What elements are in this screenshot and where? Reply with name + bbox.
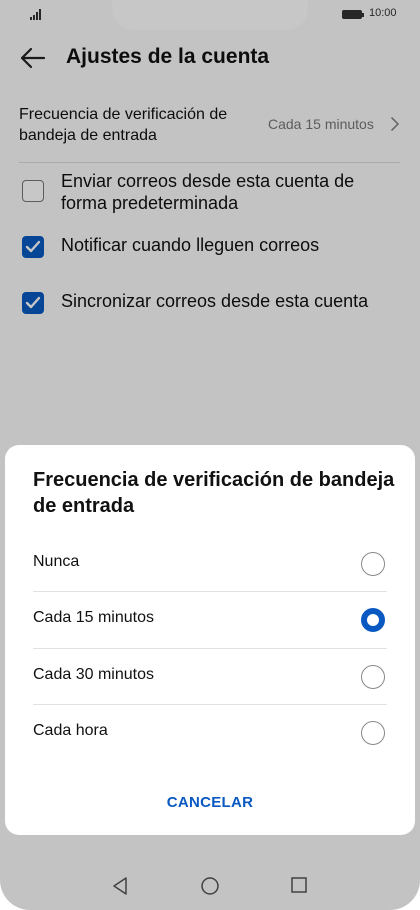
- option-label: Nunca: [33, 553, 80, 570]
- phone-screen: 10:00 Ajustes de la cuenta Frecuencia de…: [0, 0, 420, 910]
- option-label: Cada 15 minutos: [33, 609, 154, 626]
- dialog-title: Frecuencia de verificación de bandeja de…: [33, 469, 395, 517]
- option-cada-30-minutos[interactable]: Cada 30 minutos: [5, 649, 415, 705]
- radio-button-selected[interactable]: [361, 608, 385, 632]
- frequency-dialog: Frecuencia de verificación de bandeja de…: [5, 445, 415, 835]
- radio-button[interactable]: [361, 721, 385, 745]
- option-label: Cada hora: [33, 722, 108, 739]
- radio-button[interactable]: [361, 552, 385, 576]
- cancel-button[interactable]: CANCELAR: [135, 785, 285, 821]
- option-nunca[interactable]: Nunca: [5, 536, 415, 592]
- option-label: Cada 30 minutos: [33, 666, 154, 683]
- radio-button[interactable]: [361, 665, 385, 689]
- option-cada-15-minutos[interactable]: Cada 15 minutos: [5, 592, 415, 648]
- option-cada-hora[interactable]: Cada hora: [5, 705, 415, 761]
